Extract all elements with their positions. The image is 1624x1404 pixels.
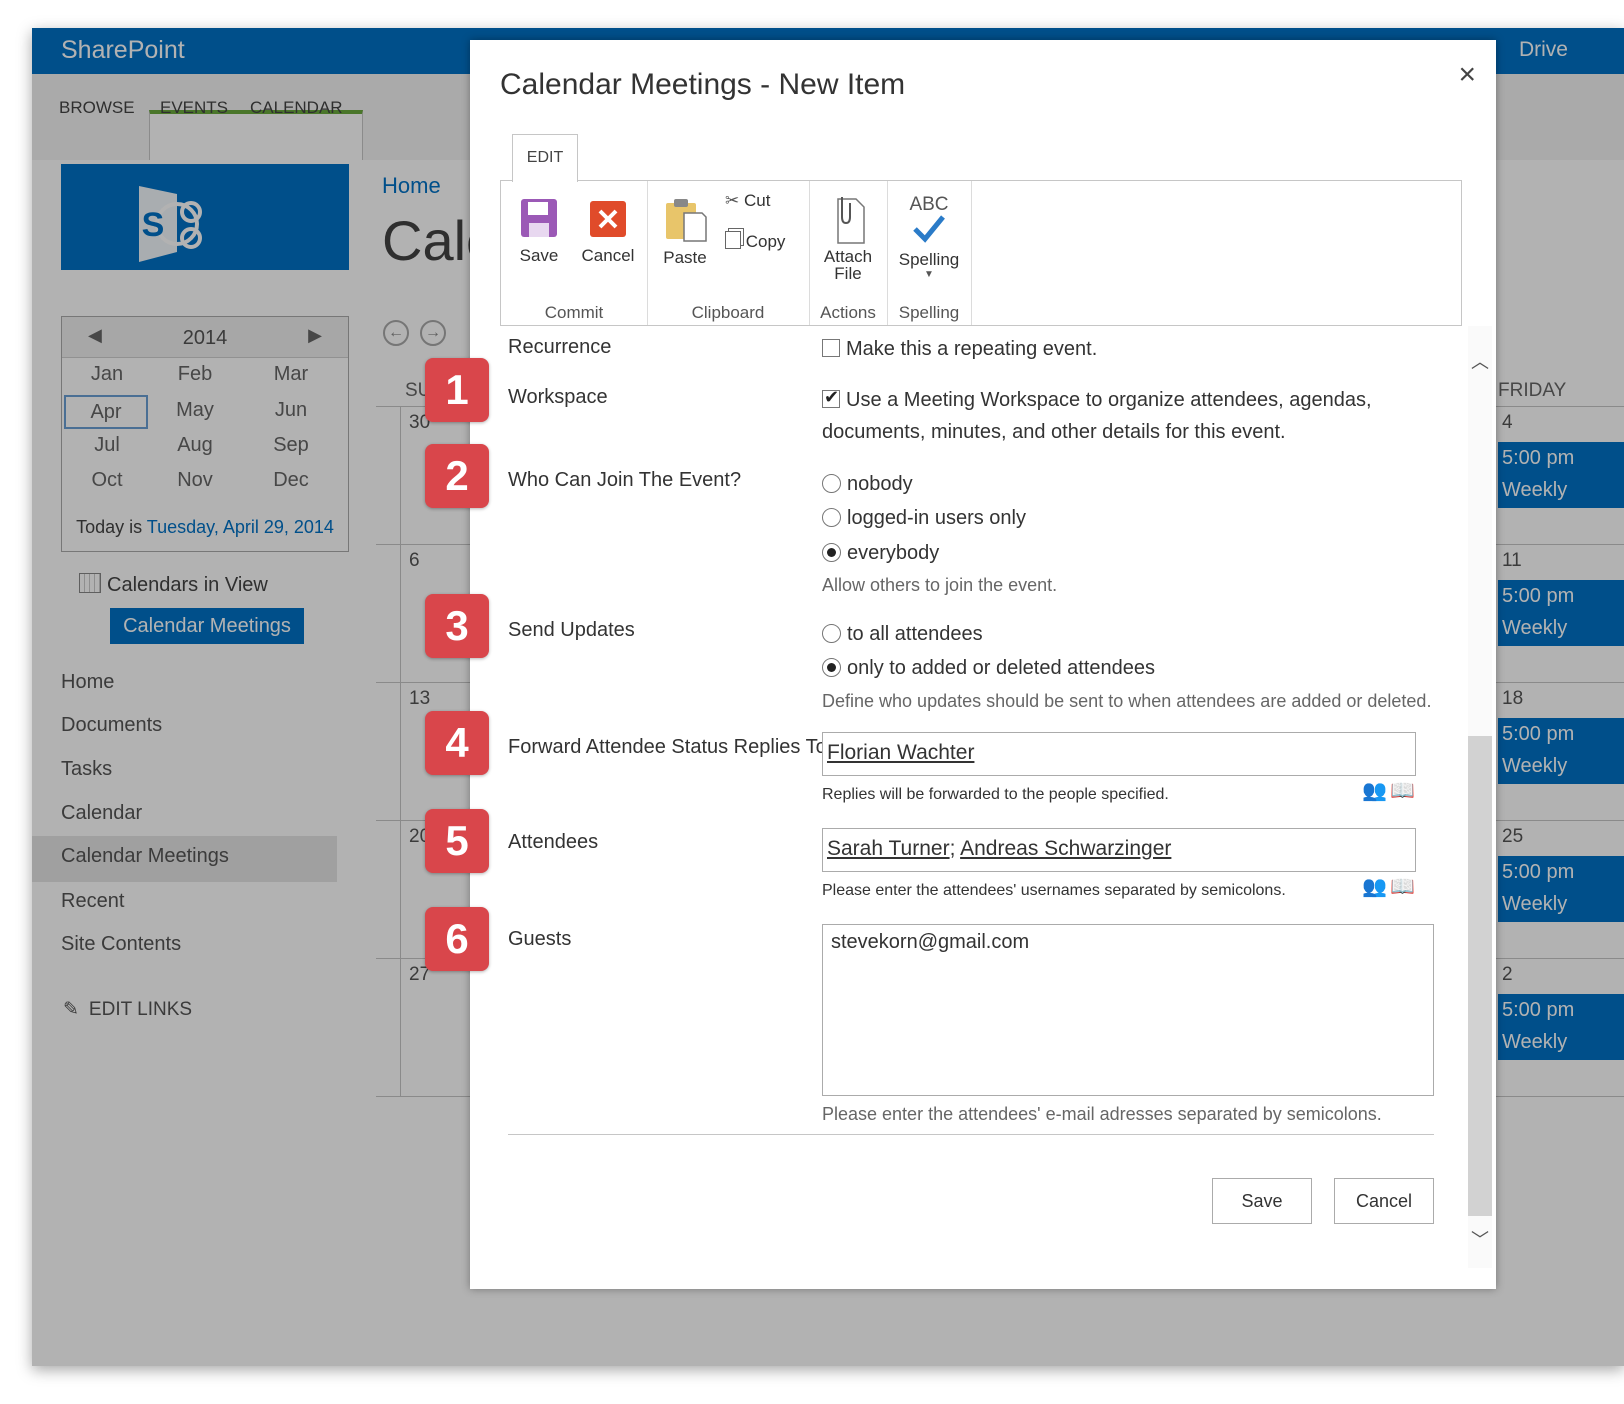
scissors-icon: ✂ — [725, 191, 740, 210]
ribbon-paste-label: Paste — [663, 248, 707, 267]
join-option-nobody[interactable]: nobody — [822, 473, 913, 496]
browse-directory-icon[interactable]: 📖 — [1390, 874, 1415, 899]
attendee-person[interactable]: Andreas Schwarzinger — [960, 837, 1171, 860]
callout-badge-3: 3 — [425, 594, 489, 658]
join-option-label: everybody — [847, 542, 940, 564]
updates-hint: Define who updates should be sent to whe… — [822, 691, 1432, 711]
callout-badge-4: 4 — [425, 711, 489, 775]
join-hint: Allow others to join the event. — [822, 575, 1058, 595]
check-icon: ✔ — [824, 387, 840, 407]
ribbon-cancel-label: Cancel — [581, 246, 635, 265]
attendees-hint: Please enter the attendees' usernames se… — [822, 882, 1286, 899]
close-icon[interactable]: × — [1458, 58, 1476, 92]
group-label-spelling: Spelling — [898, 303, 960, 322]
scroll-up-icon[interactable]: ︿ — [1471, 348, 1489, 374]
forward-person[interactable]: Florian Wachter — [827, 741, 974, 764]
workspace-text-1: Use a Meeting Workspace to organize atte… — [846, 389, 1372, 411]
check-names-icon[interactable]: 👥 — [1362, 778, 1387, 803]
group-label-commit: Commit — [544, 303, 604, 322]
ribbon-cut-button[interactable]: ✂ Cut — [725, 191, 770, 211]
group-label-actions: Actions — [820, 303, 876, 322]
workspace-option[interactable]: ✔ Use a Meeting Workspace to organize att… — [822, 387, 1372, 412]
radio-all-attendees[interactable] — [822, 624, 841, 643]
ribbon-spelling-button[interactable]: ABC Spelling ▼ — [893, 195, 965, 280]
guests-hint: Please enter the attendees' e-mail adres… — [822, 1104, 1382, 1124]
new-item-dialog: Calendar Meetings - New Item × EDIT Save… — [470, 40, 1496, 1289]
ribbon-paste-button[interactable]: Paste — [659, 195, 711, 268]
form-divider — [508, 1134, 1434, 1135]
copy-icon — [725, 231, 741, 249]
form-area: ︿ ﹀ Recurrence Make this a repeating eve… — [500, 326, 1492, 1268]
check-names-icon[interactable]: 👥 — [1362, 874, 1387, 899]
join-label: Who Can Join The Event? — [508, 469, 742, 491]
radio-nobody[interactable] — [822, 474, 841, 493]
browse-directory-icon[interactable]: 📖 — [1390, 778, 1415, 803]
recurrence-option[interactable]: Make this a repeating event. — [822, 338, 1097, 361]
recurrence-checkbox[interactable] — [822, 339, 840, 357]
ribbon-group-actions: Attach File Actions — [809, 181, 888, 325]
scrollbar-thumb[interactable] — [1468, 736, 1492, 1216]
abc-icon-text: ABC — [909, 194, 949, 215]
guests-label: Guests — [508, 928, 572, 950]
callout-badge-2: 2 — [425, 444, 489, 508]
workspace-checkbox[interactable]: ✔ — [822, 387, 840, 408]
save-disk-icon — [521, 199, 557, 237]
guests-textarea[interactable]: stevekorn@gmail.com — [822, 924, 1434, 1096]
ribbon-copy-button[interactable]: Copy — [725, 231, 785, 252]
ribbon-save-button[interactable]: Save — [511, 195, 567, 266]
dropdown-arrow-icon: ▼ — [924, 269, 934, 280]
scroll-down-icon[interactable]: ﹀ — [1471, 1226, 1489, 1252]
send-updates-label: Send Updates — [508, 619, 635, 641]
ribbon-attach-label-1: Attach — [823, 247, 873, 266]
attendees-field[interactable]: Sarah Turner; Andreas Schwarzinger — [822, 828, 1416, 872]
radio-logged-in[interactable] — [822, 508, 841, 527]
radio-everybody[interactable] — [822, 543, 841, 562]
callout-badge-6: 6 — [425, 907, 489, 971]
ribbon-attach-file-button[interactable]: Attach File — [817, 193, 879, 282]
join-option-everybody[interactable]: everybody — [822, 542, 939, 565]
group-label-clipboard: Clipboard — [691, 303, 765, 322]
save-button[interactable]: Save — [1212, 1178, 1312, 1224]
tab-edit[interactable]: EDIT — [512, 134, 578, 182]
edit-ribbon: Save Cancel Commit Paste ✂ Cut Copy Clip… — [500, 180, 1462, 326]
callout-badge-1: 1 — [425, 358, 489, 422]
cancel-x-icon — [590, 201, 626, 237]
attendees-label: Attendees — [508, 831, 599, 853]
workspace-label: Workspace — [508, 386, 608, 408]
callout-badge-5: 5 — [425, 809, 489, 873]
ribbon-spelling-label: Spelling — [898, 250, 960, 269]
updates-option-all[interactable]: to all attendees — [822, 623, 983, 646]
dialog-title: Calendar Meetings - New Item — [500, 68, 906, 101]
recurrence-label: Recurrence — [508, 336, 612, 358]
recurrence-text: Make this a repeating event. — [846, 338, 1098, 360]
attendee-person[interactable]: Sarah Turner — [827, 837, 950, 860]
ribbon-group-clipboard: Paste ✂ Cut Copy Clipboard — [647, 181, 810, 325]
updates-option-added-deleted[interactable]: only to added or deleted attendees — [822, 657, 1155, 680]
join-option-logged-in[interactable]: logged-in users only — [822, 507, 1026, 530]
radio-added-deleted[interactable] — [822, 658, 841, 677]
forward-hint: Replies will be forwarded to the people … — [822, 786, 1169, 803]
attendee-separator: ; — [949, 837, 956, 860]
ribbon-save-label: Save — [519, 246, 559, 265]
ribbon-cancel-button[interactable]: Cancel — [577, 195, 639, 266]
attach-file-icon — [837, 197, 865, 244]
forward-replies-label: Forward Attendee Status Replies To — [508, 736, 827, 758]
forward-replies-field[interactable]: Florian Wachter — [822, 732, 1416, 776]
workspace-text-2: documents, minutes, and other details fo… — [822, 421, 1286, 443]
paste-clipboard-icon — [666, 199, 707, 242]
checkmark-icon — [913, 215, 945, 243]
updates-option-label: to all attendees — [847, 623, 983, 645]
ribbon-copy-label: Copy — [745, 232, 786, 251]
join-option-label: logged-in users only — [847, 507, 1026, 529]
ribbon-attach-label-2: File — [834, 264, 862, 283]
ribbon-group-spelling: ABC Spelling ▼ Spelling — [887, 181, 972, 325]
ribbon-group-commit: Save Cancel Commit — [501, 181, 648, 325]
join-option-label: nobody — [847, 473, 913, 495]
updates-option-label: only to added or deleted attendees — [847, 657, 1156, 679]
cancel-button[interactable]: Cancel — [1334, 1178, 1434, 1224]
ribbon-cut-label: Cut — [743, 191, 771, 210]
